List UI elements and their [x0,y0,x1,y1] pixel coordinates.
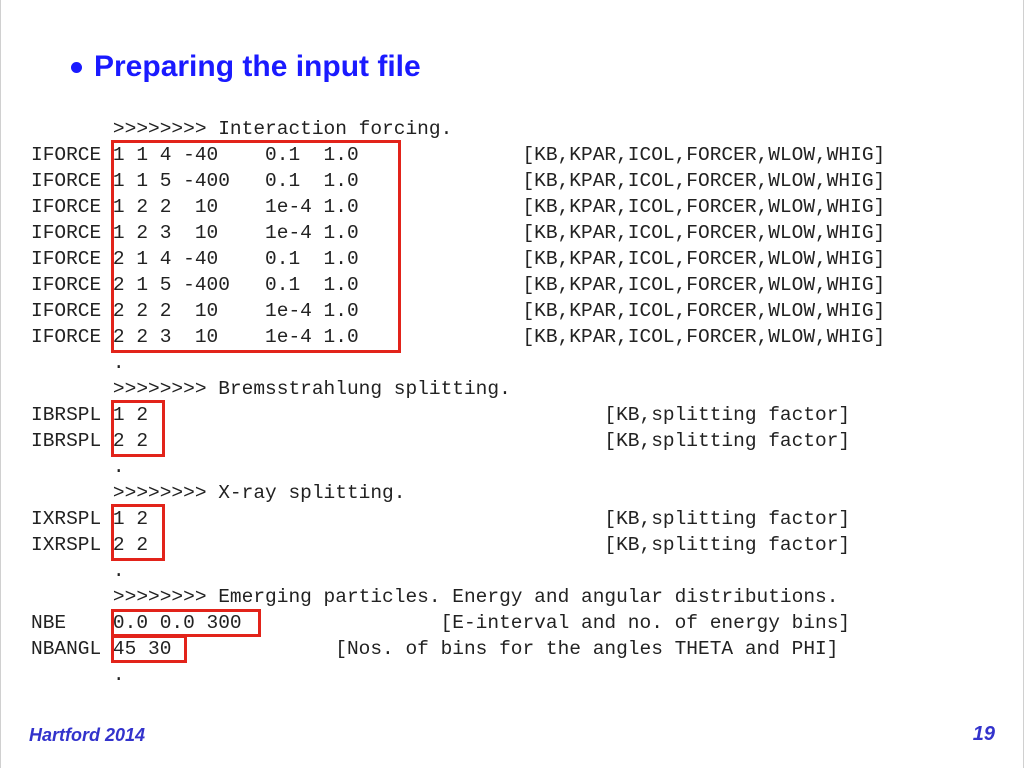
iforce-line: IFORCE 2 1 4 -40 0.1 1.0 [KB,KPAR,ICOL,F… [31,248,885,270]
iforce-line: IFORCE 2 1 5 -400 0.1 1.0 [KB,KPAR,ICOL,… [31,274,885,296]
iforce-line: IFORCE 2 2 3 10 1e-4 1.0 [KB,KPAR,ICOL,F… [31,326,885,348]
title-row: Preparing the input file [71,50,421,84]
dot-line: . [31,664,125,686]
ibrspl-line: IBRSPL 2 2 [KB,splitting factor] [31,430,850,452]
dot-line: . [31,352,125,374]
footer-venue: Hartford 2014 [29,725,145,746]
iforce-line: IFORCE 1 2 2 10 1e-4 1.0 [KB,KPAR,ICOL,F… [31,196,885,218]
iforce-line: IFORCE 1 1 5 -400 0.1 1.0 [KB,KPAR,ICOL,… [31,170,885,192]
slide-title: Preparing the input file [94,50,421,84]
footer-page-number: 19 [973,723,995,746]
bullet-icon [71,62,82,73]
ibrspl-line: IBRSPL 1 2 [KB,splitting factor] [31,404,850,426]
ixrspl-line: IXRSPL 2 2 [KB,splitting factor] [31,534,850,556]
nbangl-line: NBANGL 45 30 [Nos. of bins for the angle… [31,638,838,660]
iforce-line: IFORCE 1 1 4 -40 0.1 1.0 [KB,KPAR,ICOL,F… [31,144,885,166]
dot-line: . [31,560,125,582]
iforce-line: IFORCE 1 2 3 10 1e-4 1.0 [KB,KPAR,ICOL,F… [31,222,885,244]
slide: Preparing the input file >>>>>>>> Intera… [0,0,1024,768]
section-header-interaction: >>>>>>>> Interaction forcing. [31,118,452,140]
section-header-emerging: >>>>>>>> Emerging particles. Energy and … [31,586,838,608]
iforce-line: IFORCE 2 2 2 10 1e-4 1.0 [KB,KPAR,ICOL,F… [31,300,885,322]
section-header-brems: >>>>>>>> Bremsstrahlung splitting. [31,378,511,400]
section-header-xray: >>>>>>>> X-ray splitting. [31,482,405,504]
nbe-line: NBE 0.0 0.0 300 [E-interval and no. of e… [31,612,850,634]
dot-line: . [31,456,125,478]
code-block: >>>>>>>> Interaction forcing. IFORCE 1 1… [31,116,993,688]
ixrspl-line: IXRSPL 1 2 [KB,splitting factor] [31,508,850,530]
